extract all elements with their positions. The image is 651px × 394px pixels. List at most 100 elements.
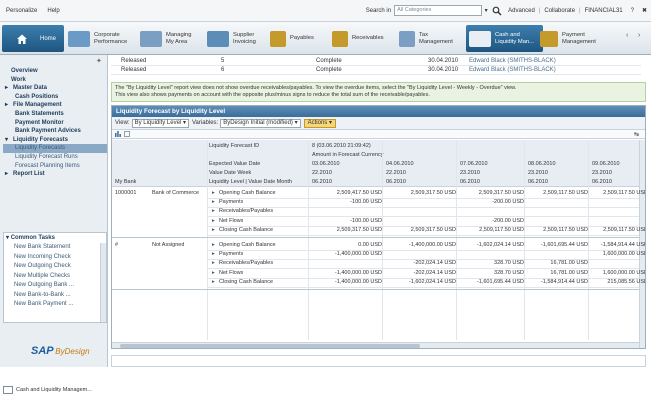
nav-bank-statements[interactable]: Bank Statements	[3, 110, 107, 119]
chevron-down-icon[interactable]: ▾	[482, 7, 490, 14]
row-label: Payments	[219, 251, 244, 258]
scroll-left-icon[interactable]: ‹	[626, 32, 628, 39]
row-expand-icon[interactable]: ▸	[212, 270, 215, 276]
nav-cash-positions[interactable]: Cash Positions	[3, 93, 107, 102]
view-select[interactable]: By Liquidity Level ▾	[131, 118, 189, 128]
collaborate-link[interactable]: Collaborate	[544, 8, 575, 14]
settings-icon[interactable]: ↹	[634, 131, 639, 138]
header-week: 23.2010	[592, 170, 612, 176]
cell-value: -1,400,000.00 USD	[334, 269, 382, 276]
tab-home[interactable]: Home	[2, 25, 64, 52]
tab-receivables[interactable]: Receivables	[332, 25, 384, 52]
nav-bank-payment-advices[interactable]: Bank Payment Advices	[3, 127, 107, 136]
row-expand-icon[interactable]: ▸	[212, 260, 215, 266]
task-new-multiple-checks[interactable]: New Multiple Checks	[4, 272, 106, 282]
task-new-outgoing-bank[interactable]: New Outgoing Bank ...	[4, 281, 106, 291]
cell-value: -1,584,914.44 USD	[540, 278, 588, 285]
close-icon[interactable]: ✖	[642, 7, 647, 14]
nav-overview[interactable]: Overview	[3, 67, 107, 76]
sap-logo: SAP ByDesign	[31, 345, 90, 357]
search-category-select[interactable]: All Categories	[394, 5, 483, 16]
header-date: 08.06.2010	[528, 161, 556, 167]
menu-help[interactable]: Help	[47, 8, 59, 14]
row-expand-icon[interactable]: ▸	[212, 279, 215, 285]
nav-forecast-planning-items[interactable]: Forecast Planning Items	[3, 162, 107, 171]
horizontal-scrollbar[interactable]	[112, 342, 639, 348]
tab-payables[interactable]: Payables	[270, 25, 314, 52]
cell-value: -202,024.14 USD	[413, 269, 457, 276]
bottom-panel	[111, 355, 646, 367]
cell-value: 2,509,417.50 USD	[336, 190, 382, 196]
row-divider	[208, 286, 639, 288]
cell-value: 16,781.00 USD	[550, 269, 588, 276]
scroll-thumb[interactable]	[120, 344, 420, 348]
variables-select[interactable]: ByDesign Initial (modified) ▾	[220, 118, 301, 128]
row-label: Net Flows	[219, 217, 244, 224]
nav-liquidity-forecast-runs[interactable]: Liquidity Forecast Runs	[3, 153, 107, 162]
row-expand-icon[interactable]: ▸	[212, 218, 215, 224]
table-toggle-icon[interactable]	[124, 131, 130, 137]
row-expand-icon[interactable]: ▸	[212, 227, 215, 233]
message-line-1: The "By Liquidity Level" report view doe…	[115, 85, 517, 91]
row-expand-icon[interactable]: ▸	[212, 251, 215, 257]
menu-personalize[interactable]: Personalize	[6, 8, 37, 14]
advanced-link[interactable]: Advanced	[508, 8, 535, 14]
cell-value: 2,509,317.50 USD	[478, 190, 524, 196]
tab-supplier-invoicing[interactable]: Supplier Invoicing	[207, 25, 265, 52]
cell-user[interactable]: Edward Black (SMITHS-BLACK)	[469, 67, 556, 73]
row-expand-icon[interactable]: ▸	[212, 208, 215, 214]
user-name[interactable]: FINANCIAL31	[585, 8, 623, 14]
cell-date: 30.04.2010	[428, 67, 459, 73]
nav-label: Report List	[13, 171, 45, 178]
task-new-bank-payment[interactable]: New Bank Payment ...	[4, 300, 106, 310]
bottom-workcenter-link[interactable]: Cash and Liquidity Managem...	[3, 386, 92, 394]
header-valueweek-label: Value Date Week	[209, 170, 252, 176]
cell-value: 2,509,117.50 USD	[603, 226, 645, 233]
common-tasks-title[interactable]: ▾ Common Tasks	[4, 233, 106, 243]
tab-managing-my-area[interactable]: Managing My Area	[140, 25, 198, 52]
nav-work[interactable]: Work	[3, 76, 107, 85]
chart-toggle-icon[interactable]	[115, 131, 121, 137]
scrollbar[interactable]	[100, 243, 106, 322]
cell-value: -100.00 USD	[350, 217, 382, 224]
table-row[interactable]: Released 6 Complete 30.04.2010 Edward Bl…	[111, 66, 641, 75]
header-forecast-id-value: 8 (03.06.2010 21:09:42)	[312, 143, 371, 149]
cell-value: -1,602,024.14 USD	[408, 278, 456, 285]
row-expand-icon[interactable]: ▸	[212, 242, 215, 248]
header-date: 07.06.2010	[460, 161, 488, 167]
nav-report-list[interactable]: ▸ Report List	[3, 170, 107, 179]
tab-corporate-performance[interactable]: Corporate Performance	[68, 25, 136, 52]
task-new-outgoing-check[interactable]: New Outgoing Check	[4, 262, 106, 272]
table-row[interactable]: Released 5 Complete 30.04.2010 Edward Bl…	[111, 57, 641, 66]
row-expand-icon[interactable]: ▸	[212, 190, 215, 196]
tab-payment-management[interactable]: Payment Management	[540, 25, 602, 52]
cell-number: 5	[221, 58, 225, 64]
cell-user[interactable]: Edward Black (SMITHS-BLACK)	[469, 58, 556, 64]
nav-master-data[interactable]: ▸ Master Data	[3, 84, 107, 93]
cell-state: Complete	[316, 67, 342, 73]
row-expand-icon[interactable]: ▸	[212, 199, 215, 205]
task-new-incoming-check[interactable]: New Incoming Check	[4, 253, 106, 263]
bank-id: 1000001	[115, 190, 137, 196]
nav-liquidity-forecasts-group[interactable]: ▾ Liquidity Forecasts	[3, 136, 107, 145]
search-icon[interactable]	[492, 6, 502, 16]
actions-button[interactable]: Actions ▾	[303, 118, 336, 128]
tab-tax-management[interactable]: Tax Management	[399, 25, 455, 52]
nav-file-management[interactable]: ▸ File Management	[3, 101, 107, 110]
group-divider	[112, 289, 639, 290]
report-toolbar: View: By Liquidity Level ▾ Variables: By…	[112, 117, 645, 130]
tab-cash-and-liquidity[interactable]: Cash and Liquidity Man...	[466, 25, 543, 52]
column-divider	[456, 140, 457, 340]
pin-icon[interactable]: ✦	[96, 57, 102, 65]
nav-liquidity-forecasts[interactable]: Liquidity Forecasts	[3, 144, 107, 153]
nav-payment-monitor[interactable]: Payment Monitor	[3, 119, 107, 128]
divider: |	[538, 7, 541, 14]
task-new-bank-statement[interactable]: New Bank Statement	[4, 243, 106, 253]
scroll-right-icon[interactable]: ›	[638, 32, 640, 39]
header-week: 23.2010	[460, 170, 480, 176]
logo-bydesign-text: ByDesign	[55, 347, 90, 356]
task-new-bank-to-bank[interactable]: New Bank-to-Bank ...	[4, 291, 106, 301]
column-divider	[524, 140, 525, 340]
tab-label: Cash and Liquidity Man...	[495, 31, 534, 45]
help-icon[interactable]: ?	[631, 8, 634, 14]
